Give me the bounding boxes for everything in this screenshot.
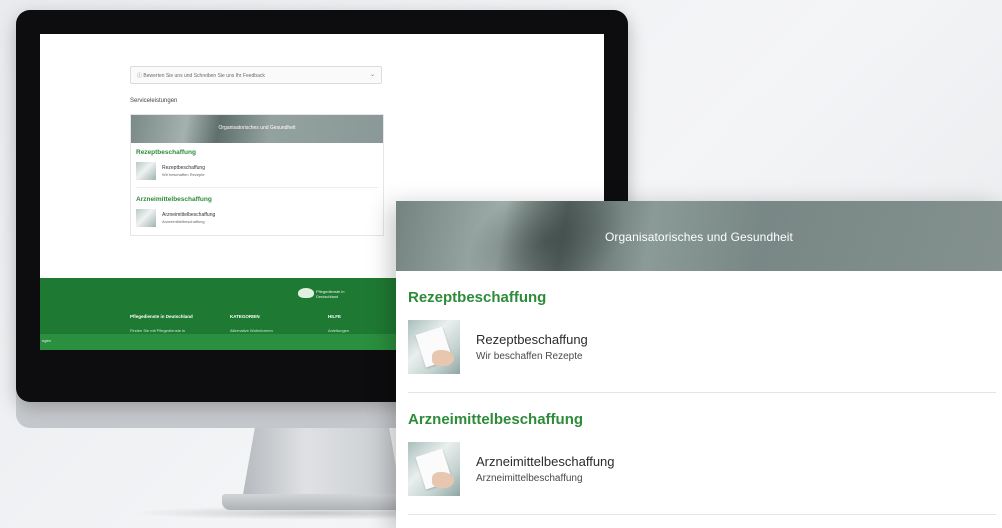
card-banner: Organisatorisches und Gesundheit: [396, 201, 1002, 271]
category-title-arzneimittelbeschaffung[interactable]: Arzneimittelbeschaffung: [396, 393, 1002, 428]
service-thumbnail: [408, 442, 460, 496]
feedback-accordion[interactable]: ⓘ Bewerten Sie uns und Schreiben Sie uns…: [130, 66, 382, 84]
service-item-arzneimittelbeschaffung[interactable]: Arzneimittelbeschaffung Arzneimittelbesc…: [396, 428, 1002, 508]
monitor-stand-neck: [242, 428, 402, 500]
footer-col-title: HILFE: [328, 314, 341, 319]
footer-col-title: Pflegedienste in Deutschland: [130, 314, 193, 319]
service-item-subtitle: Arzneimittelbeschaffung: [476, 472, 583, 484]
divider: [408, 514, 996, 515]
mini-item-title: Rezeptbeschaffung: [162, 164, 205, 171]
monitor-stand-base: [222, 494, 422, 510]
mini-service-card: Organisatorisches und Gesundheit Rezeptb…: [130, 114, 384, 236]
mini-item-subtitle: Arzneimittelbeschaffung: [162, 218, 205, 224]
service-item-title: Arzneimittelbeschaffung: [476, 453, 615, 469]
mini-service-item[interactable]: Rezeptbeschaffung Wir beschaffen Rezepte: [131, 159, 383, 185]
service-item-rezeptbeschaffung[interactable]: Rezeptbeschaffung Wir beschaffen Rezepte: [396, 306, 1002, 386]
footer-link[interactable]: Alternative Wohnformen: [230, 328, 273, 333]
mini-item-subtitle: Wir beschaffen Rezepte: [162, 171, 205, 177]
heart-hands-logo-icon[interactable]: [298, 288, 314, 298]
footer-text: Finden Sie mit Pflegedienste in: [130, 328, 186, 333]
banner-title: Organisatorisches und Gesundheit: [605, 230, 793, 244]
mini-service-item[interactable]: Arzneimittelbeschaffung Arzneimittelbesc…: [131, 206, 383, 232]
mini-category-title[interactable]: Arzneimittelbeschaffung: [131, 190, 383, 206]
service-item-subtitle: Wir beschaffen Rezepte: [476, 350, 583, 362]
footer-logo-text: Pflegedienste in Deutschland: [316, 289, 345, 299]
service-item-title: Rezeptbeschaffung: [476, 331, 588, 347]
footer-strip-text: ngen: [42, 338, 51, 343]
section-label: Serviceleistungen: [130, 98, 178, 104]
footer-col-title: KATEGORIEN: [230, 314, 260, 319]
feedback-text: Bewerten Sie uns und Schreiben Sie uns I…: [143, 73, 265, 79]
mini-banner-title: Organisatorisches und Gesundheit: [218, 125, 296, 131]
mini-card-banner: Organisatorisches und Gesundheit: [131, 115, 383, 143]
mini-category-title[interactable]: Rezeptbeschaffung: [131, 143, 383, 159]
divider: [136, 187, 378, 188]
service-card-zoomed: Organisatorisches und Gesundheit Rezeptb…: [396, 201, 1002, 528]
mini-item-title: Arzneimittelbeschaffung: [162, 211, 216, 218]
mini-service-thumbnail: [136, 209, 156, 227]
footer-link[interactable]: Anleitungen: [328, 328, 349, 333]
mini-service-thumbnail: [136, 162, 156, 180]
chevron-down-icon[interactable]: ⌄: [370, 71, 375, 79]
service-thumbnail: [408, 320, 460, 374]
category-title-rezeptbeschaffung[interactable]: Rezeptbeschaffung: [396, 271, 1002, 306]
